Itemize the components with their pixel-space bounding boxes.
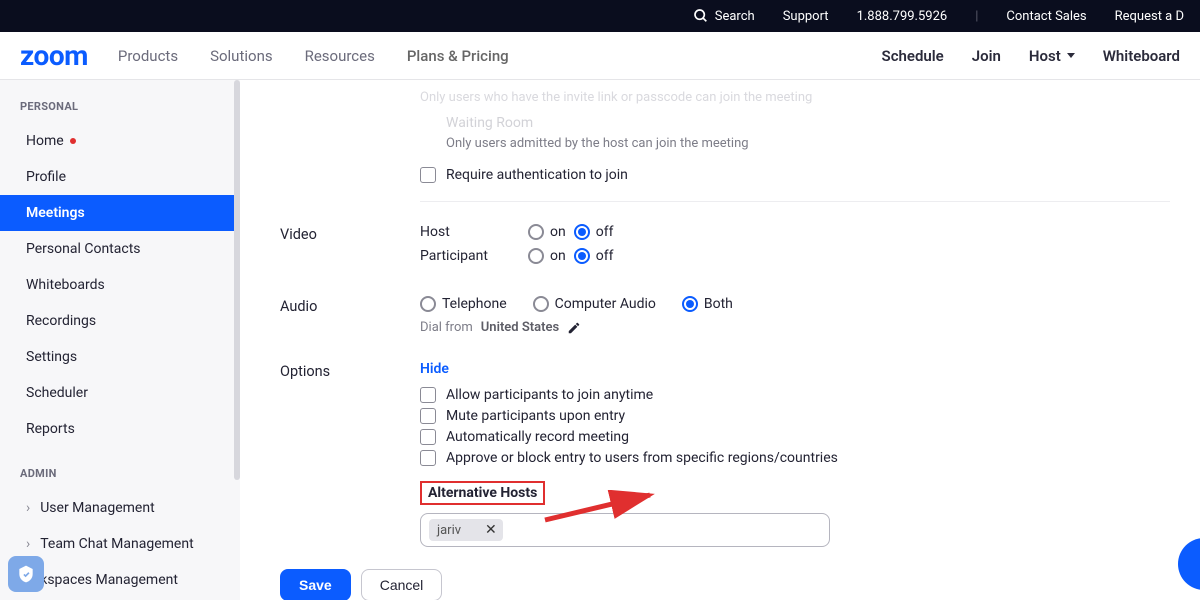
- sidebar-item-scheduler[interactable]: Scheduler: [0, 375, 240, 411]
- shield-icon: [16, 564, 36, 584]
- notification-dot-icon: [70, 138, 76, 144]
- nav-resources[interactable]: Resources: [305, 47, 375, 65]
- request-demo-link[interactable]: Request a D: [1115, 9, 1184, 24]
- mute-on-entry-checkbox[interactable]: [420, 408, 436, 424]
- host-video-label: Host: [420, 224, 520, 240]
- primary-nav: Products Solutions Resources Plans & Pri…: [118, 47, 509, 65]
- utility-topbar: Search Support 1.888.799.5926 | Contact …: [0, 0, 1200, 32]
- waiting-room-desc: Only users admitted by the host can join…: [446, 136, 1170, 151]
- meeting-settings-form: Only users who have the invite link or p…: [240, 80, 1200, 600]
- secondary-nav: Schedule Join Host Whiteboard: [882, 47, 1180, 65]
- contact-sales-link[interactable]: Contact Sales: [1006, 9, 1086, 24]
- sidebar-item-contacts[interactable]: Personal Contacts: [0, 231, 240, 267]
- nav-plans-pricing[interactable]: Plans & Pricing: [407, 47, 509, 65]
- nav-products[interactable]: Products: [118, 47, 178, 65]
- chevron-down-icon: [1067, 53, 1075, 58]
- hide-options-link[interactable]: Hide: [420, 361, 449, 377]
- cancel-button[interactable]: Cancel: [361, 569, 443, 600]
- sidebar-item-recordings[interactable]: Recordings: [0, 303, 240, 339]
- participant-video-on-radio[interactable]: on: [528, 248, 566, 264]
- require-auth-checkbox[interactable]: [420, 167, 436, 183]
- search-icon: [693, 8, 709, 24]
- sidebar-item-meetings[interactable]: Meetings: [0, 195, 240, 231]
- search-label: Search: [715, 9, 755, 24]
- auto-record-label: Automatically record meeting: [446, 429, 629, 445]
- dial-from-country: United States: [481, 320, 559, 335]
- alt-host-chip-text: jariv: [437, 523, 461, 538]
- host-video-on-radio[interactable]: on: [528, 224, 566, 240]
- edit-icon[interactable]: [567, 321, 581, 335]
- waiting-room-label-faded: Waiting Room: [446, 115, 533, 131]
- region-block-label: Approve or block entry to users from spe…: [446, 450, 838, 466]
- participant-video-label: Participant: [420, 248, 520, 264]
- sidebar-section-personal: PERSONAL: [0, 94, 240, 123]
- audio-section-label: Audio: [280, 296, 420, 315]
- audio-telephone-radio[interactable]: Telephone: [420, 296, 507, 312]
- require-auth-label: Require authentication to join: [446, 167, 628, 183]
- passcode-desc-faded: Only users who have the invite link or p…: [420, 90, 1170, 105]
- sidebar-section-admin: ADMIN: [0, 461, 240, 490]
- divider: |: [975, 9, 978, 24]
- mute-on-entry-label: Mute participants upon entry: [446, 408, 625, 424]
- alternative-hosts-label: Alternative Hosts: [420, 481, 545, 505]
- allow-join-anytime-label: Allow participants to join anytime: [446, 387, 653, 403]
- sidebar-item-reports[interactable]: Reports: [0, 411, 240, 447]
- options-section-label: Options: [280, 361, 420, 380]
- host-video-off-radio[interactable]: off: [574, 224, 614, 240]
- divider: [420, 201, 1170, 202]
- sidebar: PERSONAL Home Profile Meetings Personal …: [0, 80, 240, 600]
- waiting-room-checkbox-faded: [420, 115, 436, 131]
- main-header: zoom Products Solutions Resources Plans …: [0, 32, 1200, 80]
- whiteboard-link[interactable]: Whiteboard: [1103, 47, 1180, 65]
- region-block-checkbox[interactable]: [420, 450, 436, 466]
- save-button[interactable]: Save: [280, 569, 351, 600]
- nav-solutions[interactable]: Solutions: [210, 47, 273, 65]
- support-link[interactable]: Support: [783, 9, 829, 24]
- phone-number: 1.888.799.5926: [857, 9, 948, 24]
- annotation-arrow-icon: [540, 490, 660, 530]
- zoom-logo[interactable]: zoom: [20, 39, 88, 72]
- host-dropdown[interactable]: Host: [1029, 47, 1075, 65]
- remove-chip-icon[interactable]: ✕: [485, 522, 497, 538]
- audio-computer-radio[interactable]: Computer Audio: [533, 296, 656, 312]
- participant-video-off-radio[interactable]: off: [574, 248, 614, 264]
- auto-record-checkbox[interactable]: [420, 429, 436, 445]
- sidebar-item-user-management[interactable]: User Management: [0, 490, 240, 526]
- join-link[interactable]: Join: [972, 47, 1001, 65]
- alt-host-chip: jariv ✕: [429, 519, 503, 541]
- sidebar-item-home[interactable]: Home: [0, 123, 240, 159]
- schedule-link[interactable]: Schedule: [882, 47, 944, 65]
- host-label: Host: [1029, 47, 1061, 65]
- dial-from-label: Dial from: [420, 320, 473, 335]
- search-link[interactable]: Search: [693, 8, 755, 24]
- sidebar-item-profile[interactable]: Profile: [0, 159, 240, 195]
- audio-both-radio[interactable]: Both: [682, 296, 733, 312]
- sidebar-item-whiteboards[interactable]: Whiteboards: [0, 267, 240, 303]
- security-shield-badge[interactable]: [8, 556, 44, 592]
- allow-join-anytime-checkbox[interactable]: [420, 387, 436, 403]
- sidebar-item-settings[interactable]: Settings: [0, 339, 240, 375]
- video-section-label: Video: [280, 224, 420, 243]
